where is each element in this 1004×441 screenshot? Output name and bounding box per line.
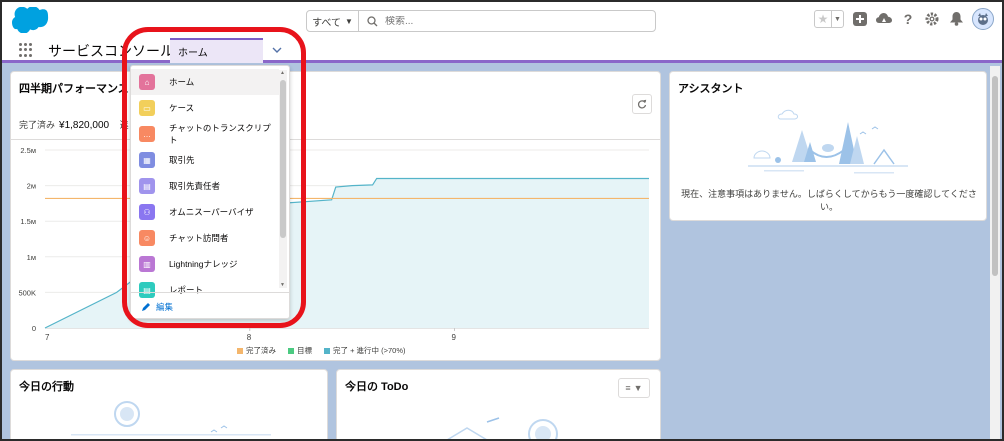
refresh-icon: [637, 99, 647, 109]
legend-swatch: [324, 347, 330, 354]
page-scrollbar-thumb[interactable]: [992, 76, 998, 276]
x-tick-label: 8: [247, 333, 252, 342]
caret-down-icon: ▼: [344, 16, 353, 26]
salesforce-logo-icon[interactable]: [12, 7, 50, 33]
todo-sort-button[interactable]: ≡ ▼: [618, 378, 650, 398]
assistant-title: アシスタント: [678, 83, 744, 95]
add-icon[interactable]: [852, 11, 868, 27]
today-illustration: [71, 401, 271, 436]
y-tick-label: 2м: [27, 182, 36, 191]
performance-title: 四半期パフォーマンス: [19, 83, 129, 95]
trailhead-icon[interactable]: [876, 11, 892, 27]
help-icon[interactable]: ?: [900, 11, 916, 27]
legend-swatch: [288, 347, 294, 354]
sort-icon: ≡: [625, 383, 631, 393]
search-icon: [359, 15, 385, 27]
legend-label: 完了済み: [246, 346, 276, 355]
red-highlight-outline: [122, 27, 306, 328]
closed-value: ¥1,820,000: [59, 120, 110, 131]
caret-down-icon: ▼: [633, 383, 643, 393]
page-scrollbar[interactable]: [990, 66, 1000, 439]
search-scope-dropdown[interactable]: すべて ▼: [307, 11, 359, 31]
performance-chart: 0 500K 1м 1.5м 2м 2.5м 7 8 9: [18, 146, 649, 342]
assistant-illustration: [748, 109, 908, 174]
legend-label: 目標: [297, 346, 312, 355]
y-tick-label: 1м: [27, 253, 36, 262]
avatar[interactable]: [972, 8, 994, 30]
today-title: 今日の行動: [19, 381, 74, 393]
todo-title: 今日の ToDo: [345, 381, 409, 393]
legend-item: 完了済み: [237, 345, 276, 356]
favorites-group: ★ ▼: [814, 10, 844, 28]
legend-item: 目標: [288, 345, 312, 356]
x-tick-label: 7: [45, 333, 50, 342]
todo-illustration: [447, 417, 558, 439]
refresh-button[interactable]: [632, 94, 652, 114]
gear-icon[interactable]: [924, 11, 940, 27]
y-tick-label: 500K: [18, 288, 36, 297]
assistant-card: アシスタント 現在、注意事項はありません。しばらくしてからもう一度確認してくださ…: [669, 71, 987, 221]
favorites-caret-icon[interactable]: ▼: [831, 11, 843, 27]
global-search: すべて ▼: [306, 10, 656, 32]
x-tick-label: 9: [451, 333, 456, 342]
closed-label: 完了済み: [19, 120, 56, 130]
divider: [11, 139, 660, 140]
header-icons: ★ ▼ ?: [814, 8, 994, 30]
legend-swatch: [237, 347, 243, 354]
search-scope-label: すべて: [312, 17, 341, 29]
y-tick-label: 1.5м: [20, 217, 36, 226]
star-icon[interactable]: ★: [815, 11, 831, 27]
screen-frame: すべて ▼ ★ ▼ ?: [0, 0, 1004, 441]
y-tick-label: 0: [32, 324, 36, 333]
search-input[interactable]: [385, 15, 645, 27]
quarterly-performance-card: 四半期パフォーマンス 完了済み ¥1,820,000 進 0 500K 1м 1.5м 2…: [10, 71, 661, 361]
today-todo-card: 今日の ToDo ≡ ▼: [336, 369, 661, 439]
app-launcher-icon[interactable]: [19, 43, 33, 57]
assistant-message: 現在、注意事項はありません。しばらくしてからもう一度確認してください。: [681, 189, 977, 212]
chart-legend: 完了済み 目標 完了 + 進行中 (>70%): [237, 345, 406, 356]
bell-icon[interactable]: [948, 11, 964, 27]
legend-item: 完了 + 進行中 (>70%): [324, 345, 406, 356]
performance-stats: 完了済み ¥1,820,000 進: [19, 118, 129, 131]
legend-label: 完了 + 進行中 (>70%): [333, 346, 406, 355]
y-tick-label: 2.5м: [20, 146, 36, 155]
today-events-card: 今日の行動: [10, 369, 328, 439]
